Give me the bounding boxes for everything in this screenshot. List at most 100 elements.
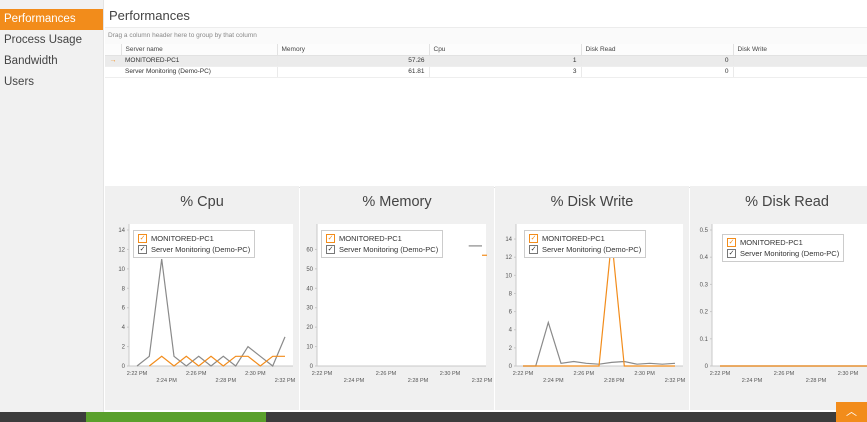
y-tick-label: 6 — [122, 306, 126, 312]
column-header-memory[interactable]: Memory — [277, 44, 430, 56]
y-tick-label: 10 — [306, 345, 313, 351]
column-header-cpu[interactable]: Cpu — [429, 44, 582, 56]
sidebar-item-bandwidth[interactable]: Bandwidth — [0, 51, 103, 72]
x-tick-label: 2:28 PM — [806, 378, 827, 384]
y-tick-label: 14 — [505, 237, 512, 243]
row-indicator-header — [105, 44, 122, 56]
legend-label: MONITORED-PC1 — [339, 234, 402, 243]
checkbox-checked-icon[interactable]: ✓ — [326, 234, 335, 243]
x-tick-label: 2:28 PM — [216, 378, 237, 384]
y-tick-label: 30 — [306, 306, 313, 312]
charts-row: % Cpu ✓ MONITORED-PC1 ✓ Server Monitoring … — [105, 186, 867, 410]
checkbox-checked-icon[interactable]: ✓ — [529, 245, 538, 254]
y-tick-label: 8 — [509, 291, 513, 297]
table-header-row: Server name Memory Cpu Disk Read Disk Wr… — [105, 44, 867, 56]
x-tick-label: 2:24 PM — [742, 378, 763, 384]
x-tick-label: 2:24 PM — [156, 378, 177, 384]
row-focus-arrow-icon: → — [105, 55, 121, 67]
checkbox-checked-icon[interactable]: ✓ — [529, 234, 538, 243]
status-progress-segment — [86, 412, 266, 422]
checkbox-checked-icon[interactable]: ✓ — [727, 249, 736, 258]
cell-memory[interactable]: 57.26 — [277, 55, 430, 67]
cell-server-name[interactable]: MONITORED-PC1 — [121, 55, 278, 67]
x-tick-label: 2:32 PM — [665, 378, 686, 384]
cell-cpu[interactable]: 3 — [429, 66, 582, 78]
chart-legend: ✓ MONITORED-PC1 ✓ Server Monitoring (Demo-… — [321, 230, 444, 258]
chevron-up-icon: ︿ — [846, 406, 857, 418]
checkbox-checked-icon[interactable]: ✓ — [138, 245, 147, 254]
checkbox-checked-icon[interactable]: ✓ — [138, 234, 147, 243]
sidebar-item-process-usage[interactable]: Process Usage — [0, 30, 103, 51]
legend-label: MONITORED-PC1 — [151, 234, 214, 243]
y-tick-label: 4 — [122, 325, 126, 331]
y-tick-label: 0 — [705, 364, 709, 370]
chart-cpu: % Cpu ✓ MONITORED-PC1 ✓ Server Monitoring … — [105, 186, 299, 410]
y-tick-label: 6 — [509, 310, 513, 316]
y-tick-label: 60 — [306, 247, 313, 253]
cell-disk-write[interactable] — [733, 66, 867, 78]
cell-cpu[interactable]: 1 — [429, 55, 582, 67]
column-header-server-name[interactable]: Server name — [121, 44, 278, 56]
legend-item-demo-pc[interactable]: ✓ Server Monitoring (Demo-PC) — [529, 244, 641, 255]
cell-disk-write[interactable] — [733, 55, 867, 67]
page-title: Performances — [105, 6, 867, 28]
column-header-disk-read[interactable]: Disk Read — [581, 44, 734, 56]
y-tick-label: 0.4 — [700, 255, 709, 261]
legend-item-monitored-pc1[interactable]: ✓ MONITORED-PC1 — [326, 233, 438, 244]
legend-item-demo-pc[interactable]: ✓ Server Monitoring (Demo-PC) — [727, 248, 839, 259]
chart-title: % Cpu — [180, 194, 224, 210]
x-tick-label: 2:30 PM — [440, 371, 461, 377]
table-row[interactable]: Server Monitoring (Demo-PC) 61.81 3 0 — [105, 66, 867, 78]
y-tick-label: 12 — [505, 255, 512, 261]
legend-item-monitored-pc1[interactable]: ✓ MONITORED-PC1 — [727, 237, 839, 248]
x-tick-label: 2:22 PM — [513, 371, 534, 377]
x-tick-label: 2:28 PM — [604, 378, 625, 384]
checkbox-checked-icon[interactable]: ✓ — [326, 245, 335, 254]
table-row[interactable]: → MONITORED-PC1 57.26 1 0 — [105, 55, 867, 67]
legend-item-demo-pc[interactable]: ✓ Server Monitoring (Demo-PC) — [326, 244, 438, 255]
y-tick-label: 0 — [122, 364, 126, 370]
scroll-to-top-button[interactable]: ︿ — [836, 402, 867, 422]
x-tick-label: 2:22 PM — [127, 371, 148, 377]
y-tick-label: 20 — [306, 325, 313, 331]
y-tick-label: 0.5 — [700, 228, 709, 234]
chart-disk-write: % Disk Write ✓ MONITORED-PC1 ✓ Server Moni… — [495, 186, 689, 410]
y-tick-label: 2 — [122, 345, 126, 351]
legend-item-monitored-pc1[interactable]: ✓ MONITORED-PC1 — [138, 233, 250, 244]
y-tick-label: 4 — [509, 328, 513, 334]
y-tick-label: 0.1 — [700, 337, 709, 343]
status-bar — [0, 412, 867, 422]
cell-server-name[interactable]: Server Monitoring (Demo-PC) — [121, 66, 278, 78]
legend-label: Server Monitoring (Demo-PC) — [151, 245, 251, 254]
data-grid: Drag a column header here to group by th… — [105, 28, 867, 188]
group-by-panel[interactable]: Drag a column header here to group by th… — [105, 28, 867, 44]
y-tick-label: 14 — [118, 228, 125, 234]
y-tick-label: 0 — [310, 364, 314, 370]
y-tick-label: 40 — [306, 286, 313, 292]
legend-label: Server Monitoring (Demo-PC) — [740, 249, 840, 258]
column-header-disk-write[interactable]: Disk Write — [733, 44, 867, 56]
legend-label: Server Monitoring (Demo-PC) — [542, 245, 642, 254]
sidebar-item-performances[interactable]: Performances — [0, 9, 103, 30]
x-tick-label: 2:22 PM — [710, 371, 731, 377]
x-tick-label: 2:28 PM — [408, 378, 429, 384]
legend-item-demo-pc[interactable]: ✓ Server Monitoring (Demo-PC) — [138, 244, 250, 255]
legend-label: MONITORED-PC1 — [740, 238, 803, 247]
row-indicator-cell — [105, 66, 121, 78]
legend-item-monitored-pc1[interactable]: ✓ MONITORED-PC1 — [529, 233, 641, 244]
y-tick-label: 2 — [509, 346, 513, 352]
chart-title: % Memory — [362, 194, 432, 210]
chart-title: % Disk Read — [745, 194, 829, 210]
cell-memory[interactable]: 61.81 — [277, 66, 430, 78]
y-tick-label: 10 — [505, 273, 512, 279]
cell-disk-read[interactable]: 0 — [581, 55, 734, 67]
chart-legend: ✓ MONITORED-PC1 ✓ Server Monitoring (Demo-… — [524, 230, 647, 258]
sidebar: Performances Process Usage Bandwidth Use… — [0, 0, 104, 412]
cell-disk-read[interactable]: 0 — [581, 66, 734, 78]
x-tick-label: 2:30 PM — [634, 371, 655, 377]
chart-legend: ✓ MONITORED-PC1 ✓ Server Monitoring (Demo-… — [722, 234, 845, 262]
x-tick-label: 2:24 PM — [543, 378, 564, 384]
sidebar-item-users[interactable]: Users — [0, 72, 103, 93]
checkbox-checked-icon[interactable]: ✓ — [727, 238, 736, 247]
legend-label: Server Monitoring (Demo-PC) — [339, 245, 439, 254]
